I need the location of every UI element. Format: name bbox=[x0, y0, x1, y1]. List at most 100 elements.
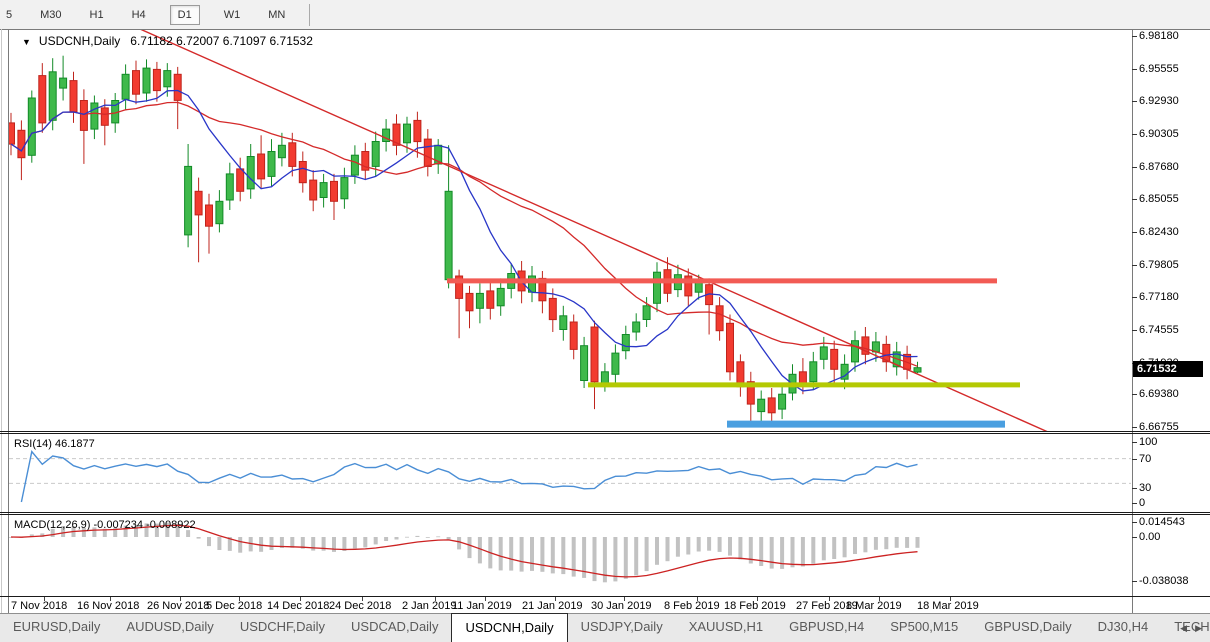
price-axis-label: 6.66755 bbox=[1139, 421, 1179, 434]
date-axis-label: 5 Dec 2018 bbox=[206, 600, 263, 612]
timeframe-button-5[interactable]: 5 bbox=[2, 6, 16, 24]
rsi-value: 46.1877 bbox=[54, 438, 95, 450]
current-price-badge: 6.71532 bbox=[1133, 361, 1203, 377]
timeframe-button-d1[interactable]: D1 bbox=[169, 4, 200, 25]
date-axis-label: 30 Jan 2019 bbox=[591, 600, 652, 612]
date-axis-label: 7 Nov 2018 bbox=[11, 600, 68, 612]
macd-values: -0.007234 -0.008922 bbox=[93, 519, 196, 531]
rsi-panel[interactable] bbox=[9, 434, 1132, 512]
price-axis-label: 6.98180 bbox=[1139, 30, 1179, 42]
macd-name: MACD(12,26,9) bbox=[14, 519, 91, 531]
price-axis-tick bbox=[1132, 394, 1137, 396]
price-axis-tick bbox=[1132, 199, 1137, 201]
indicator-axis-label: 0.014543 bbox=[1139, 516, 1185, 528]
timeframe-button-w1[interactable]: W1 bbox=[220, 6, 245, 24]
price-axis-label: 6.74555 bbox=[1139, 324, 1179, 337]
indicator-axis-tick bbox=[1132, 503, 1137, 504]
price-axis-label: 6.85055 bbox=[1139, 193, 1179, 206]
timeframe-button-h1[interactable]: H1 bbox=[86, 6, 108, 24]
macd-histogram bbox=[9, 522, 920, 583]
tab-dj30-h4[interactable]: DJ30,H4 bbox=[1085, 614, 1162, 642]
indicator-axis-label: 100 bbox=[1139, 436, 1158, 448]
date-axis-label: 8 Feb 2019 bbox=[664, 600, 720, 612]
symbol-tab-bar: EURUSD,Daily AUDUSD,Daily USDCHF,Daily USDC… bbox=[0, 613, 1210, 642]
date-axis-label: 18 Feb 2019 bbox=[724, 600, 786, 612]
price-axis-tick bbox=[1132, 166, 1137, 168]
rsi-canvas[interactable] bbox=[9, 434, 1132, 512]
price-axis-label: 6.92930 bbox=[1139, 95, 1179, 108]
price-axis-tick bbox=[1132, 264, 1137, 266]
price-axis-border bbox=[1132, 29, 1133, 613]
price-axis-tick bbox=[1132, 101, 1137, 103]
date-axis-label: 11 Jan 2019 bbox=[452, 600, 512, 612]
main-chart-panel[interactable] bbox=[7, 28, 1132, 433]
date-axis-label: 2 Jan 2019 bbox=[402, 600, 457, 612]
date-axis-label: 14 Dec 2018 bbox=[267, 600, 330, 612]
window-left-edge bbox=[1, 29, 2, 613]
price-axis-label: 6.90305 bbox=[1139, 128, 1179, 140]
price-axis-tick bbox=[1132, 232, 1137, 234]
splitter-rsi-macd[interactable] bbox=[0, 512, 1210, 513]
price-axis-label: 6.69380 bbox=[1139, 388, 1179, 401]
price-axis-label: 6.82430 bbox=[1139, 226, 1179, 239]
date-axis-label: 21 Jan 2019 bbox=[522, 600, 583, 612]
price-axis-label: 6.95555 bbox=[1139, 62, 1179, 75]
indicator-axis-tick bbox=[1132, 459, 1137, 460]
indicator-axis-tick bbox=[1132, 522, 1137, 523]
tab-scroll-left-icon[interactable]: ◀ bbox=[1180, 623, 1187, 634]
indicator-axis-tick bbox=[1132, 581, 1137, 582]
tab-gbpusd-daily[interactable]: GBPUSD,Daily bbox=[971, 614, 1084, 642]
mt4-window: 5 M30 H1 H4 D1 W1 MN ▼ USDCNH,Daily 6.71182 6.72… bbox=[0, 0, 1210, 642]
date-axis-label: 8 Mar 2019 bbox=[846, 600, 902, 612]
rsi-line bbox=[20, 450, 918, 503]
rsi-label: RSI(14) 46.1877 bbox=[14, 438, 95, 450]
tab-gbpusd-h4[interactable]: GBPUSD,H4 bbox=[776, 614, 877, 642]
tab-usdcnh-daily[interactable]: USDCNH,Daily bbox=[451, 613, 568, 642]
date-axis-label: 16 Nov 2018 bbox=[77, 600, 140, 612]
ma-slow-line bbox=[10, 101, 918, 367]
toolbar-separator bbox=[309, 3, 311, 26]
splitter-main-rsi[interactable] bbox=[0, 431, 1210, 432]
price-axis-tick bbox=[1132, 134, 1137, 135]
tab-audusd-daily[interactable]: AUDUSD,Daily bbox=[113, 614, 226, 642]
indicator-axis-label: -0.038038 bbox=[1139, 575, 1189, 587]
main-chart-canvas[interactable] bbox=[7, 28, 1132, 433]
tab-eurusd-daily[interactable]: EURUSD,Daily bbox=[0, 614, 113, 642]
price-axis-tick bbox=[1132, 297, 1137, 299]
timeframe-button-mn[interactable]: MN bbox=[264, 6, 289, 24]
indicator-axis-label: 0.00 bbox=[1139, 531, 1161, 543]
tab-xauusd-h1[interactable]: XAUUSD,H1 bbox=[676, 614, 776, 642]
indicator-axis-tick bbox=[1132, 442, 1137, 443]
indicator-axis-label: 30 bbox=[1139, 482, 1152, 494]
tab-scroll-controls: ◀ ▶ bbox=[1176, 614, 1206, 642]
date-axis-label: 24 Dec 2018 bbox=[329, 600, 392, 612]
macd-label: MACD(12,26,9) -0.007234 -0.008922 bbox=[14, 519, 196, 531]
chevron-down-icon[interactable]: ▼ bbox=[22, 37, 31, 47]
tab-scroll-right-icon[interactable]: ▶ bbox=[1195, 623, 1202, 634]
candles bbox=[7, 55, 922, 426]
date-axis: 7 Nov 2018 16 Nov 2018 26 Nov 2018 5 Dec 20… bbox=[9, 597, 1132, 613]
indicator-axis-tick bbox=[1132, 537, 1137, 538]
price-axis-label: 6.77180 bbox=[1139, 291, 1179, 304]
chart-title: ▼ USDCNH,Daily 6.71182 6.72007 6.71097 6.7… bbox=[22, 34, 313, 48]
rsi-name: RSI(14) bbox=[14, 438, 52, 450]
indicator-axis-label: 0 bbox=[1139, 497, 1146, 509]
timeframe-button-m30[interactable]: M30 bbox=[36, 6, 65, 24]
price-axis-tick bbox=[1132, 330, 1137, 332]
date-axis-label: 18 Mar 2019 bbox=[917, 600, 979, 612]
symbol-title: USDCNH,Daily bbox=[38, 34, 121, 48]
indicator-axis-tick bbox=[1132, 488, 1137, 489]
price-axis-tick bbox=[1132, 68, 1137, 70]
price-axis-label: 6.87680 bbox=[1139, 160, 1179, 173]
timeframe-toolbar: 5 M30 H1 H4 D1 W1 MN bbox=[0, 0, 1210, 29]
timeframe-button-h4[interactable]: H4 bbox=[128, 6, 150, 24]
price-axis-label: 6.79805 bbox=[1139, 258, 1179, 271]
price-axis-tick bbox=[1132, 36, 1137, 37]
tab-usdchf-daily[interactable]: USDCHF,Daily bbox=[227, 614, 338, 642]
indicator-axis-label: 70 bbox=[1139, 453, 1152, 465]
ohlc-values: 6.71182 6.72007 6.71097 6.71532 bbox=[130, 34, 313, 48]
price-axis-tick bbox=[1132, 427, 1137, 429]
tab-usdcad-daily[interactable]: USDCAD,Daily bbox=[338, 614, 451, 642]
tab-sp500-m15[interactable]: SP500,M15 bbox=[877, 614, 971, 642]
tab-usdjpy-daily[interactable]: USDJPY,Daily bbox=[568, 614, 676, 642]
